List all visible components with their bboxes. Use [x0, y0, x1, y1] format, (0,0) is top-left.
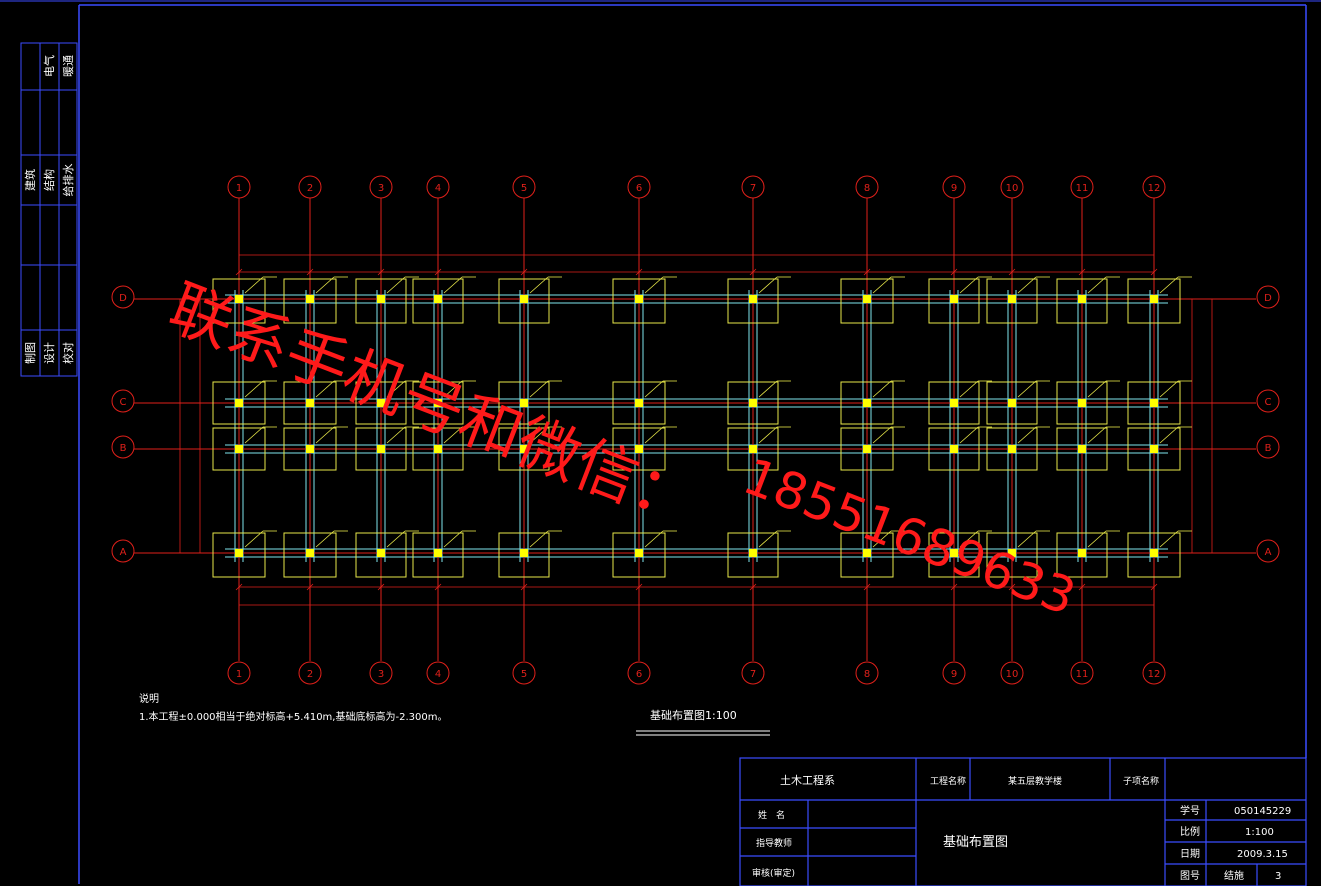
strip-label-plumbing: 给排水 — [61, 164, 75, 197]
axis-label-A-right: A — [1265, 547, 1272, 558]
axis-label-C-left: C — [120, 397, 127, 408]
tb-date-label: 日期 — [1180, 848, 1200, 860]
axis-label-B-left: B — [120, 443, 127, 454]
column-9D — [950, 295, 958, 303]
column-11C — [1078, 399, 1086, 407]
column-11A — [1078, 549, 1086, 557]
axis-label-2-bottom: 2 — [307, 669, 313, 680]
strip-label-structure: 结构 — [42, 169, 56, 191]
column-8C — [863, 399, 871, 407]
axis-label-5-bottom: 5 — [521, 669, 527, 680]
column-2D — [306, 295, 314, 303]
strip-label-design: 设计 — [43, 342, 56, 364]
axis-label-D-left: D — [119, 293, 127, 304]
strip-label-drafting: 制图 — [24, 342, 37, 364]
axis-label-11-bottom: 11 — [1076, 669, 1089, 680]
column-2A — [306, 549, 314, 557]
axis-label-8-bottom: 8 — [864, 669, 870, 680]
axis-label-A-left: A — [120, 547, 127, 558]
column-11D — [1078, 295, 1086, 303]
axis-label-9-top: 9 — [951, 183, 957, 194]
axis-label-6-bottom: 6 — [636, 669, 642, 680]
column-12D — [1150, 295, 1158, 303]
axis-label-5-top: 5 — [521, 183, 527, 194]
column-1C — [235, 399, 243, 407]
column-8B — [863, 445, 871, 453]
axis-label-6-top: 6 — [636, 183, 642, 194]
tb-sheet-no: 3 — [1275, 871, 1281, 882]
axis-label-1-bottom: 1 — [236, 669, 242, 680]
strip-label-check: 校对 — [61, 342, 75, 364]
column-7C — [749, 399, 757, 407]
axis-label-7-top: 7 — [750, 183, 756, 194]
tb-drawing-title: 基础布置图 — [943, 835, 1008, 850]
column-1A — [235, 549, 243, 557]
column-6D — [635, 295, 643, 303]
column-2B — [306, 445, 314, 453]
column-4D — [434, 295, 442, 303]
column-12A — [1150, 549, 1158, 557]
axis-label-9-bottom: 9 — [951, 669, 957, 680]
column-7D — [749, 295, 757, 303]
axis-label-2-top: 2 — [307, 183, 313, 194]
tb-scale-value: 1:100 — [1245, 827, 1274, 838]
column-8D — [863, 295, 871, 303]
column-11B — [1078, 445, 1086, 453]
column-10D — [1008, 295, 1016, 303]
tb-advisor-label: 指导教师 — [756, 837, 792, 849]
axis-label-12-bottom: 12 — [1148, 669, 1161, 680]
column-5A — [520, 549, 528, 557]
axis-label-4-bottom: 4 — [435, 669, 441, 680]
tb-scale-label: 比例 — [1180, 825, 1200, 838]
tb-dept: 土木工程系 — [780, 774, 835, 787]
column-4A — [434, 549, 442, 557]
axis-label-3-bottom: 3 — [378, 669, 384, 680]
tb-project-label: 工程名称 — [930, 775, 966, 787]
background — [0, 0, 1321, 886]
column-9C — [950, 399, 958, 407]
column-9B — [950, 445, 958, 453]
column-1B — [235, 445, 243, 453]
tb-sheet-label: 图号 — [1180, 870, 1200, 882]
axis-label-4-top: 4 — [435, 183, 441, 194]
column-6C — [635, 399, 643, 407]
axis-label-1-top: 1 — [236, 183, 242, 194]
tb-sheet-type: 结施 — [1224, 869, 1244, 882]
axis-label-10-bottom: 10 — [1006, 669, 1019, 680]
column-3D — [377, 295, 385, 303]
column-3B — [377, 445, 385, 453]
axis-label-B-right: B — [1265, 443, 1272, 454]
column-2C — [306, 399, 314, 407]
notes-line1: 1.本工程±0.000相当于绝对标高+5.410m,基础底标高为-2.300m。 — [139, 710, 447, 723]
axis-label-7-bottom: 7 — [750, 669, 756, 680]
axis-label-D-right: D — [1264, 293, 1272, 304]
strip-label-electric: 电气 — [42, 55, 56, 77]
axis-label-10-top: 10 — [1006, 183, 1019, 194]
column-7A — [749, 549, 757, 557]
column-6A — [635, 549, 643, 557]
column-10C — [1008, 399, 1016, 407]
strip-label-architecture: 建筑 — [23, 169, 37, 191]
column-3A — [377, 549, 385, 557]
tb-student-id-label: 学号 — [1180, 804, 1200, 817]
tb-subitem-label: 子项名称 — [1123, 775, 1159, 787]
tb-date-value: 2009.3.15 — [1237, 849, 1288, 860]
axis-label-12-top: 12 — [1148, 183, 1161, 194]
column-5D — [520, 295, 528, 303]
axis-label-3-top: 3 — [378, 183, 384, 194]
drawing-title: 基础布置图1:100 — [650, 709, 737, 722]
axis-label-8-top: 8 — [864, 183, 870, 194]
tb-name-label: 姓 名 — [758, 809, 785, 821]
notes-heading: 说明 — [139, 692, 159, 705]
tb-student-id-value: 050145229 — [1234, 806, 1291, 817]
cad-drawing-canvas: 电气 暖通 建筑 结构 给排水 制图 设计 校对 112233445566778… — [0, 0, 1321, 886]
column-12C — [1150, 399, 1158, 407]
column-12B — [1150, 445, 1158, 453]
column-10B — [1008, 445, 1016, 453]
strip-label-hvac: 暖通 — [62, 55, 75, 77]
tb-review-label: 审核(审定) — [752, 867, 795, 879]
axis-label-11-top: 11 — [1076, 183, 1089, 194]
axis-label-C-right: C — [1265, 397, 1272, 408]
tb-project-value: 某五层教学楼 — [1008, 775, 1062, 787]
